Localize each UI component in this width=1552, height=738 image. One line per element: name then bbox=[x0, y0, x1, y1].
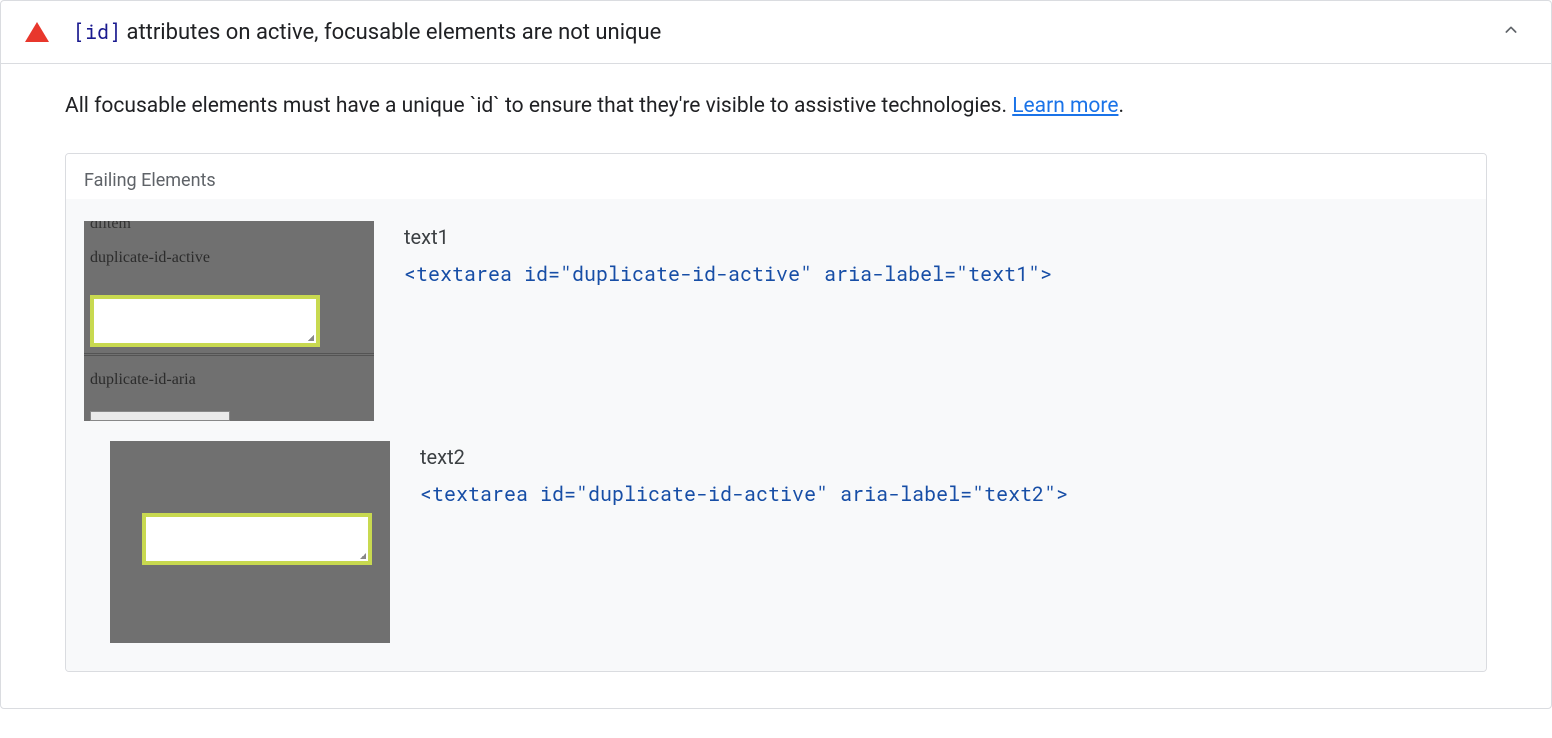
thumb-cut-label: dlitem bbox=[90, 221, 131, 233]
failing-item-label: text2 bbox=[420, 445, 1468, 469]
element-thumbnail: dlitem duplicate-id-active duplicate-id-… bbox=[84, 221, 374, 421]
audit-title-code: [id] bbox=[73, 19, 121, 45]
learn-more-link[interactable]: Learn more bbox=[1012, 94, 1118, 118]
failing-item-snippet: <textarea id="duplicate-id-active" aria-… bbox=[420, 481, 1468, 507]
description-post: to ensure that they're visible to assist… bbox=[500, 94, 1012, 118]
failing-elements-box: Failing Elements dlitem duplicate-id-act… bbox=[65, 153, 1487, 672]
failing-item-details: text2 <textarea id="duplicate-id-active"… bbox=[420, 441, 1468, 507]
audit-header-row[interactable]: [id] attributes on active, focusable ele… bbox=[1, 1, 1551, 64]
audit-description: All focusable elements must have a uniqu… bbox=[65, 92, 1487, 121]
element-thumbnail bbox=[110, 441, 390, 643]
failing-item-label: text1 bbox=[404, 225, 1468, 249]
failing-elements-header: Failing Elements bbox=[66, 154, 1486, 199]
description-pre: All focusable elements must have a uniqu… bbox=[65, 94, 470, 118]
audit-panel: [id] attributes on active, focusable ele… bbox=[0, 0, 1552, 709]
failing-item-details: text1 <textarea id="duplicate-id-active"… bbox=[404, 221, 1468, 287]
audit-body: All focusable elements must have a uniqu… bbox=[1, 64, 1551, 708]
failing-item-snippet: <textarea id="duplicate-id-active" aria-… bbox=[404, 261, 1468, 287]
chevron-up-icon bbox=[1503, 22, 1519, 38]
description-code: `id` bbox=[470, 94, 500, 118]
highlight-icon bbox=[90, 295, 320, 347]
failing-elements-list: dlitem duplicate-id-active duplicate-id-… bbox=[66, 199, 1486, 671]
collapse-toggle[interactable] bbox=[1495, 22, 1527, 43]
description-period: . bbox=[1118, 94, 1124, 118]
audit-title-text: attributes on active, focusable elements… bbox=[121, 20, 661, 45]
failing-item[interactable]: dlitem duplicate-id-active duplicate-id-… bbox=[66, 211, 1486, 431]
thumb-label: duplicate-id-aria bbox=[90, 371, 196, 389]
fail-triangle-icon bbox=[25, 22, 49, 42]
thumb-label: duplicate-id-active bbox=[90, 249, 210, 267]
highlight-icon bbox=[142, 513, 372, 565]
audit-title: [id] attributes on active, focusable ele… bbox=[73, 19, 1495, 45]
failing-item[interactable]: text2 <textarea id="duplicate-id-active"… bbox=[66, 431, 1486, 653]
